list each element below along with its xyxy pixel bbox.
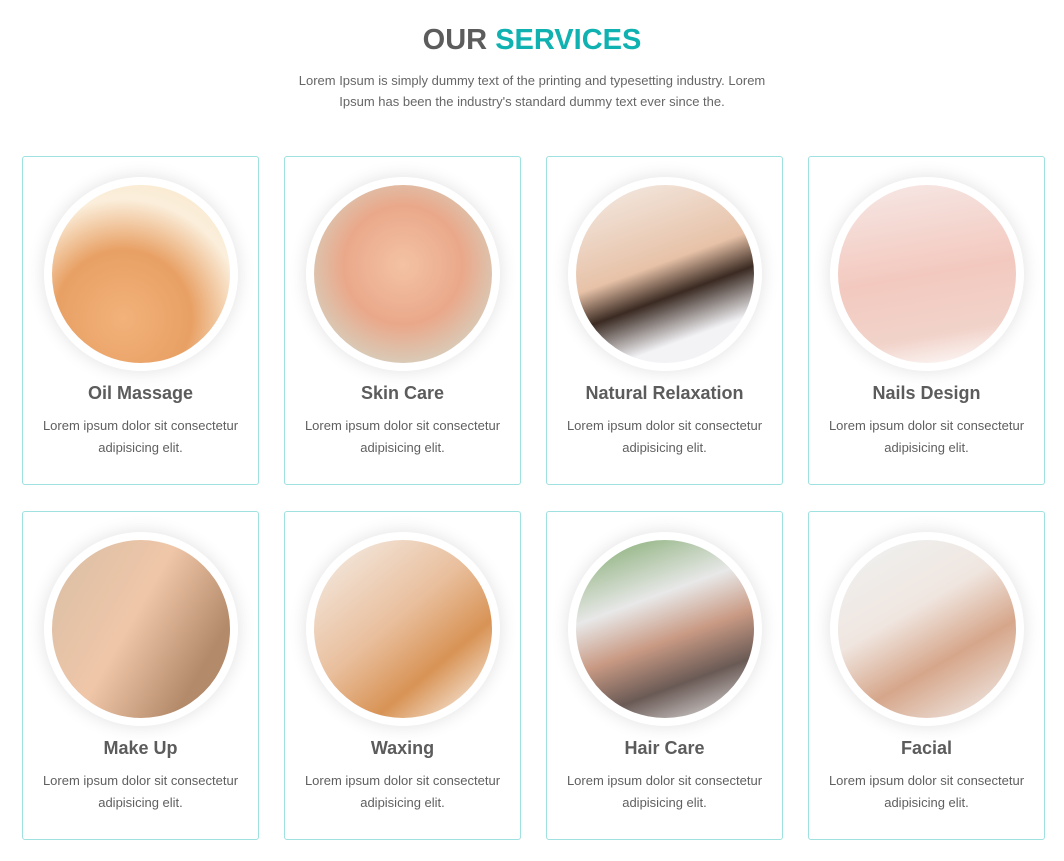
service-image-frame xyxy=(306,177,500,371)
service-card[interactable]: Oil Massage Lorem ipsum dolor sit consec… xyxy=(22,156,259,485)
service-card[interactable]: Hair Care Lorem ipsum dolor sit consecte… xyxy=(546,511,783,840)
service-card[interactable]: Facial Lorem ipsum dolor sit consectetur… xyxy=(808,511,1045,840)
service-image-frame xyxy=(568,177,762,371)
service-title: Skin Care xyxy=(360,383,445,403)
service-card[interactable]: Nails Design Lorem ipsum dolor sit conse… xyxy=(808,156,1045,485)
service-description: Lorem ipsum dolor sit consectetur adipis… xyxy=(304,773,501,810)
service-title: Natural Relaxation xyxy=(585,383,744,403)
title-part-1: OUR xyxy=(422,24,488,56)
service-image-frame xyxy=(44,177,238,371)
service-image xyxy=(52,540,230,718)
title-part-2: SERVICES xyxy=(495,24,642,56)
service-image xyxy=(314,540,492,718)
service-description: Lorem ipsum dolor sit consectetur adipis… xyxy=(566,773,763,810)
service-card[interactable]: Waxing Lorem ipsum dolor sit consectetur… xyxy=(284,511,521,840)
service-title: Waxing xyxy=(370,738,435,758)
service-image xyxy=(576,185,754,363)
service-image xyxy=(838,540,1016,718)
service-title: Hair Care xyxy=(624,738,705,758)
service-image-frame xyxy=(568,532,762,726)
service-image xyxy=(576,540,754,718)
service-image-frame xyxy=(830,177,1024,371)
service-title: Facial xyxy=(900,738,953,758)
service-card[interactable]: Skin Care Lorem ipsum dolor sit consecte… xyxy=(284,156,521,485)
service-description: Lorem ipsum dolor sit consectetur adipis… xyxy=(42,773,239,810)
section-title: OUR SERVICES xyxy=(0,24,1064,57)
service-image xyxy=(52,185,230,363)
service-title: Make Up xyxy=(103,738,178,758)
service-card[interactable]: Make Up Lorem ipsum dolor sit consectetu… xyxy=(22,511,259,840)
service-image-frame xyxy=(830,532,1024,726)
service-title: Oil Massage xyxy=(87,383,194,403)
section-subtitle: Lorem Ipsum is simply dummy text of the … xyxy=(298,73,766,109)
service-image-frame xyxy=(306,532,500,726)
service-description: Lorem ipsum dolor sit consectetur adipis… xyxy=(566,418,763,455)
service-description: Lorem ipsum dolor sit consectetur adipis… xyxy=(828,418,1025,455)
service-description: Lorem ipsum dolor sit consectetur adipis… xyxy=(42,418,239,455)
service-description: Lorem ipsum dolor sit consectetur adipis… xyxy=(828,773,1025,810)
service-image xyxy=(838,185,1016,363)
service-image-frame xyxy=(44,532,238,726)
service-image xyxy=(314,185,492,363)
service-title: Nails Design xyxy=(872,383,981,403)
service-card[interactable]: Natural Relaxation Lorem ipsum dolor sit… xyxy=(546,156,783,485)
service-description: Lorem ipsum dolor sit consectetur adipis… xyxy=(304,418,501,455)
